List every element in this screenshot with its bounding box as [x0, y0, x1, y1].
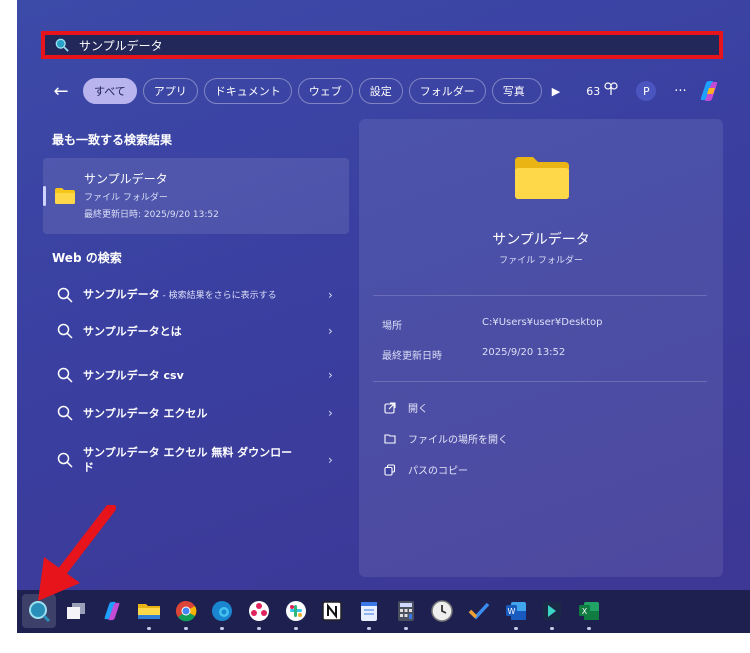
filter-documents[interactable]: ドキュメント [203, 78, 292, 104]
chevron-right-icon: › [328, 324, 333, 338]
web-result-3[interactable]: サンプルデータ csv › [43, 360, 349, 390]
action-copy-path-label: パスのコピー [408, 466, 468, 477]
chevron-right-icon: › [328, 453, 333, 467]
taskbar: W X [17, 590, 750, 633]
chevron-right-icon: › [328, 288, 333, 302]
chevron-right-icon: › [328, 368, 333, 382]
web-result-text: サンプルデータ エクセル 無料 ダウンロード [83, 446, 293, 474]
notion-icon[interactable] [319, 598, 345, 624]
app-icon[interactable] [246, 598, 272, 630]
running-indicator [294, 627, 298, 630]
open-external-icon [384, 401, 396, 414]
modified-label: 最終更新日時 [382, 351, 442, 362]
running-indicator [587, 627, 591, 630]
search-icon [57, 452, 73, 468]
selection-indicator [43, 186, 46, 206]
more-options-icon[interactable]: ··· [674, 84, 686, 99]
detail-name: サンプルデータ [492, 232, 590, 248]
web-search-heading: Web の検索 [52, 251, 122, 265]
running-indicator [220, 627, 224, 630]
modified-value: 2025/9/20 13:52 [482, 347, 566, 358]
back-arrow-icon[interactable]: ← [51, 81, 71, 102]
svg-text:X: X [582, 607, 588, 616]
folder-icon [515, 157, 569, 199]
divider [373, 295, 707, 296]
web-result-5[interactable]: サンプルデータ エクセル 無料 ダウンロード › [43, 438, 349, 482]
word-icon[interactable]: W [503, 598, 529, 630]
todo-icon[interactable] [466, 598, 492, 624]
running-indicator [257, 627, 261, 630]
slack-icon[interactable] [283, 598, 309, 630]
running-indicator [147, 627, 151, 630]
clock-icon[interactable] [429, 598, 455, 624]
folder-outline-icon [384, 433, 396, 444]
rewards-icon[interactable] [604, 82, 618, 100]
copilot-icon[interactable] [697, 80, 721, 102]
svg-text:W: W [508, 607, 516, 616]
action-open-location[interactable]: ファイルの場所を開く [384, 431, 508, 446]
web-result-1[interactable]: サンプルデータ - 検索結果をさらに表示する › [43, 280, 349, 310]
filter-photos[interactable]: 写真 [491, 78, 542, 104]
search-input[interactable] [79, 38, 679, 52]
filter-folders[interactable]: フォルダー [408, 78, 486, 104]
filter-all[interactable]: すべて [83, 78, 137, 104]
running-indicator [550, 627, 554, 630]
notepad-icon[interactable] [356, 598, 382, 630]
copy-icon [384, 463, 396, 476]
web-result-text: サンプルデータ - 検索結果をさらに表示する [83, 287, 277, 301]
search-icon [55, 38, 69, 52]
folder-icon [55, 188, 75, 204]
chevron-right-icon: › [328, 406, 333, 420]
search-icon [57, 367, 73, 383]
running-indicator [404, 627, 408, 630]
location-value: C:¥Users¥user¥Desktop [482, 317, 603, 328]
best-match-type: ファイル フォルダー [84, 193, 168, 203]
web-result-text: サンプルデータ csv [83, 368, 184, 382]
calculator-icon[interactable] [393, 598, 419, 630]
annotation-arrow-icon [38, 505, 116, 601]
profile-avatar[interactable]: P [636, 81, 657, 101]
web-result-text: サンプルデータ エクセル [83, 406, 208, 420]
best-match-item[interactable]: サンプルデータ ファイル フォルダー 最終更新日時: 2025/9/20 13:… [43, 158, 349, 234]
best-match-title: サンプルデータ [84, 172, 168, 186]
web-result-subtext: - 検索結果をさらに表示する [159, 290, 277, 301]
search-icon [57, 287, 73, 303]
running-indicator [184, 627, 188, 630]
best-match-modified: 最終更新日時: 2025/9/20 13:52 [84, 210, 219, 220]
best-match-heading: 最も一致する検索結果 [52, 133, 173, 147]
excel-icon[interactable]: X [576, 598, 602, 630]
location-label: 場所 [382, 321, 402, 332]
running-indicator [514, 627, 518, 630]
filter-bar: ← すべて アプリ ドキュメント ウェブ 設定 フォルダー 写真 ▶ 63 P … [51, 76, 721, 106]
action-open[interactable]: 開く [384, 400, 428, 415]
app-arrow-icon[interactable] [539, 598, 565, 630]
detail-pane: サンプルデータ ファイル フォルダー 場所 C:¥Users¥user¥Desk… [359, 119, 723, 577]
action-open-label: 開く [408, 404, 428, 415]
web-result-2[interactable]: サンプルデータとは › [43, 316, 349, 346]
rewards-count[interactable]: 63 [586, 85, 600, 98]
running-indicator [367, 627, 371, 630]
chrome-icon[interactable] [173, 598, 199, 630]
action-open-location-label: ファイルの場所を開く [408, 435, 508, 446]
start-search-panel: ← すべて アプリ ドキュメント ウェブ 設定 フォルダー 写真 ▶ 63 P … [17, 0, 750, 590]
search-icon [57, 323, 73, 339]
divider [373, 381, 707, 382]
file-explorer-icon[interactable] [136, 598, 162, 630]
action-copy-path[interactable]: パスのコピー [384, 462, 468, 477]
more-filters-icon[interactable]: ▶ [552, 85, 560, 98]
edge-icon[interactable] [209, 598, 235, 630]
web-result-text: サンプルデータとは [83, 324, 182, 338]
filter-apps[interactable]: アプリ [142, 78, 198, 104]
search-icon [57, 405, 73, 421]
search-box[interactable] [41, 31, 723, 59]
web-result-4[interactable]: サンプルデータ エクセル › [43, 398, 349, 428]
detail-type: ファイル フォルダー [499, 256, 583, 266]
filter-settings[interactable]: 設定 [358, 78, 403, 104]
filter-web[interactable]: ウェブ [297, 78, 353, 104]
